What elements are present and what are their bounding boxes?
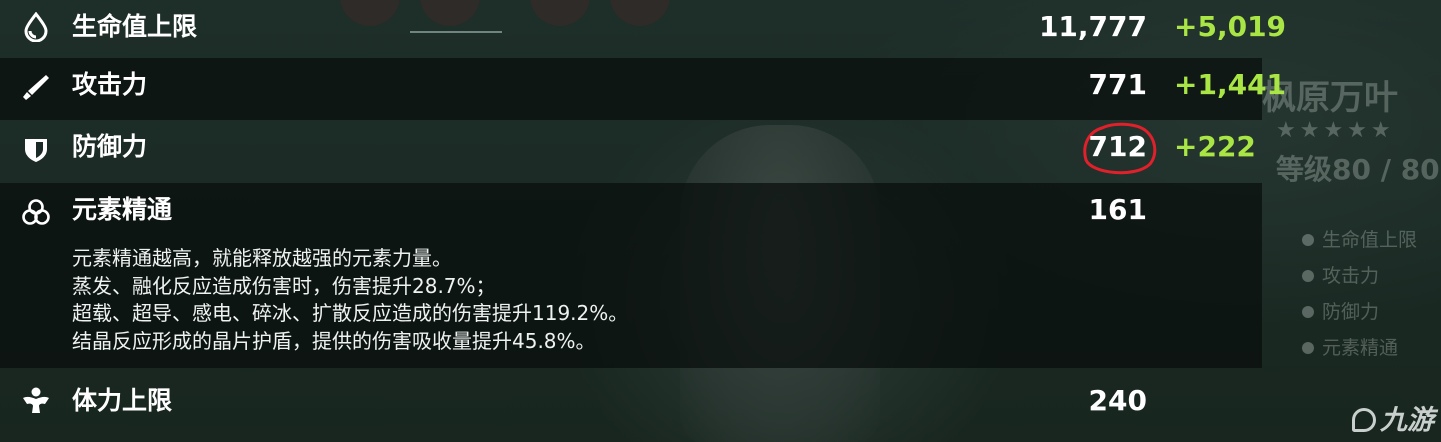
stamina-icon [21,386,51,416]
character-side-panel: 枫原万叶 ★★★★★ 等级80 / 80 生命值上限 攻击力 防御力 元素精通 [1262,70,1441,442]
stat-row-hp: 生命值上限 11,777 +5,019 [0,0,1286,56]
side-stat-list: 生命值上限 攻击力 防御力 元素精通 [1302,222,1417,366]
stat-value: 11,777 [1038,10,1147,43]
stat-bonus: +5,019 [1174,10,1287,43]
description-line: 蒸发、融化反应造成伤害时，伤害提升28.7%； [72,273,496,298]
stat-label: 元素精通 [72,195,173,224]
shield-icon [21,134,51,164]
side-stat-item: 元素精通 [1302,330,1417,366]
character-level: 等级80 / 80 [1276,153,1440,186]
description-line: 超载、超导、感电、碎冰、扩散反应造成的伤害提升119.2%。 [72,301,629,325]
stat-label: 防御力 [72,132,148,161]
stat-value: 712 [1088,130,1147,163]
stat-value: 161 [1088,193,1147,226]
description-line: 元素精通越高，就能释放越强的元素力量。 [72,246,452,270]
stat-row-atk: 攻击力 771 +1,441 [0,58,1286,175]
side-stat-item: 防御力 [1302,294,1417,330]
stat-row-stamina: 体力上限 240 [0,368,1262,434]
stat-label: 生命值上限 [72,12,198,41]
elemental-mastery-description: 元素精通越高，就能释放越强的元素力量。 蒸发、融化反应造成伤害时，伤害提升28.… [72,245,628,355]
stat-label: 体力上限 [72,386,173,415]
description-line: 结晶反应形成的晶片护盾，提供的伤害吸收量提升45.8%。 [72,328,596,353]
watermark-icon [1352,408,1376,432]
elemental-mastery-icon [21,197,51,227]
stat-label: 攻击力 [72,70,148,99]
side-stat-item: 攻击力 [1302,258,1417,294]
stat-row-def: 防御力 712 +222 [0,120,1262,182]
stat-value: 240 [1088,384,1147,417]
stat-value: 771 [1088,68,1147,101]
water-drop-icon [21,11,51,43]
stat-bonus: +222 [1174,130,1256,163]
stat-row-elemental-mastery: 元素精通 161 元素精通越高，就能释放越强的元素力量。 蒸发、融化反应造成伤害… [0,183,1262,368]
stat-bonus: +1,441 [1174,68,1287,101]
sword-icon [21,72,51,102]
rarity-stars: ★★★★★ [1276,118,1395,143]
side-stat-item: 生命值上限 [1302,222,1417,258]
watermark-logo: 九游 [1352,398,1434,437]
